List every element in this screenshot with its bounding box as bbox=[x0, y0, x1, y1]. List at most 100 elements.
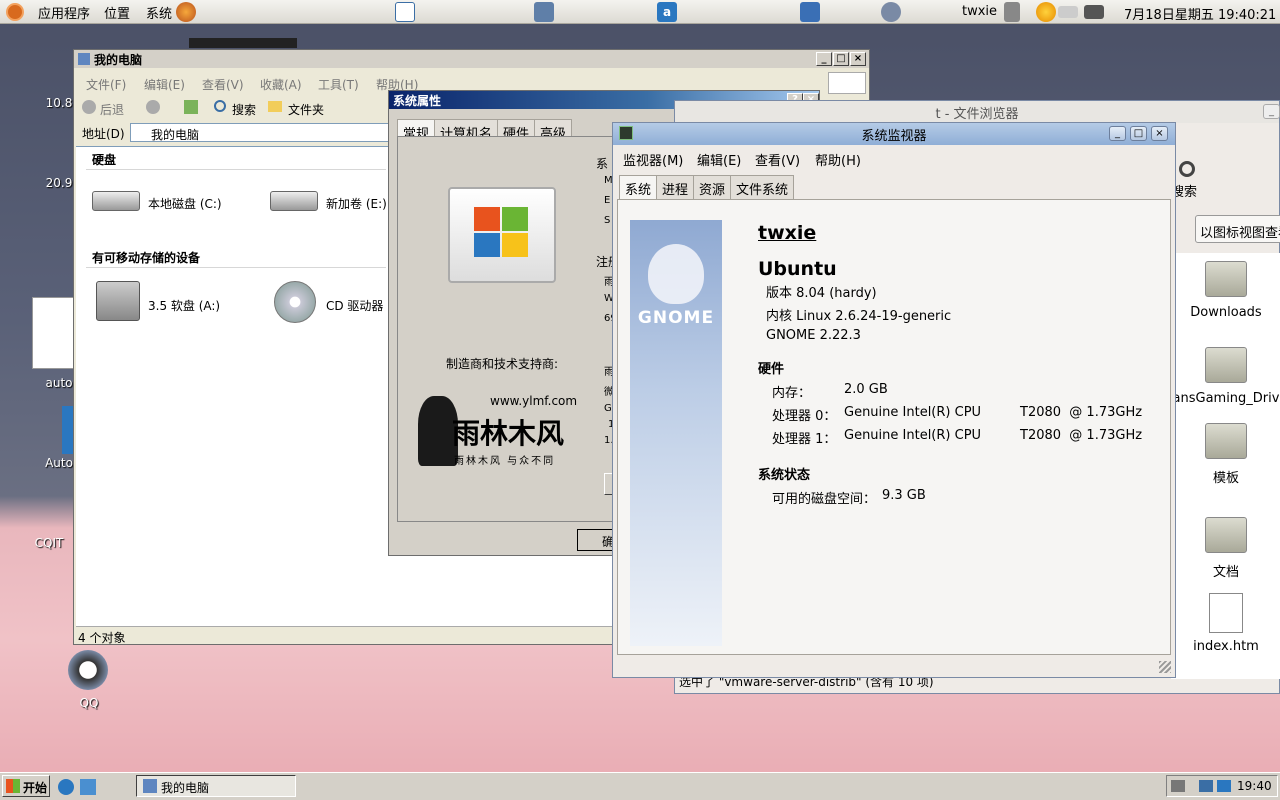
tray-network-icon[interactable] bbox=[1199, 780, 1213, 792]
forward-icon[interactable] bbox=[146, 100, 160, 114]
minimize-button[interactable]: _ bbox=[816, 52, 832, 66]
hostname: twxie bbox=[758, 222, 817, 244]
monitor-title: 系统监视器 bbox=[861, 128, 927, 144]
disk-value: 9.3 GB bbox=[882, 488, 926, 503]
monitor-titlebar[interactable]: 系统监视器 _ □ × bbox=[613, 123, 1175, 145]
file-index-htm[interactable]: index.htm bbox=[1171, 593, 1280, 654]
status-text: 4 个对象 bbox=[78, 631, 126, 645]
sysprops-title: 系统属性 bbox=[393, 93, 442, 108]
address-input[interactable]: 我的电脑 bbox=[130, 123, 390, 142]
maximize-button[interactable]: □ bbox=[833, 52, 849, 66]
back-button[interactable]: 后退 bbox=[100, 101, 124, 118]
tab-system[interactable]: 系统 bbox=[619, 175, 658, 201]
ubuntu-logo-icon[interactable] bbox=[6, 3, 24, 21]
menu-edit[interactable]: 编辑(E) bbox=[144, 76, 185, 93]
folder-templates[interactable]: 模板 bbox=[1171, 423, 1280, 486]
monitor-menubar: 监视器(M) 编辑(E) 查看(V) 帮助(H) bbox=[613, 147, 1175, 171]
taskbar: 开始 我的电脑 19:40 bbox=[0, 772, 1280, 800]
menu-help[interactable]: 帮助(H) bbox=[815, 150, 861, 169]
drive-floppy[interactable]: 3.5 软盘 (A:) bbox=[92, 277, 262, 325]
cpu1-name: Genuine Intel(R) CPU bbox=[844, 428, 982, 443]
partial-system-heading: 系 bbox=[596, 157, 609, 171]
desktop-thumbnail-icon[interactable] bbox=[32, 297, 74, 369]
monitor-window: 系统监视器 _ □ × 监视器(M) 编辑(E) 查看(V) 帮助(H) 系统进… bbox=[612, 122, 1176, 678]
back-icon[interactable] bbox=[82, 100, 96, 114]
menu-edit[interactable]: 编辑(E) bbox=[697, 150, 741, 169]
menu-view[interactable]: 查看(V) bbox=[755, 150, 800, 169]
minimize-button[interactable]: _ bbox=[1263, 104, 1280, 119]
desktop-icon-qq[interactable]: QQ bbox=[44, 696, 134, 710]
battery-icon[interactable] bbox=[1084, 5, 1104, 19]
explorer-titlebar[interactable]: 我的电脑 _ □ × bbox=[74, 50, 869, 68]
panel-username[interactable]: twxie bbox=[962, 4, 997, 19]
menu-view[interactable]: 查看(V) bbox=[202, 76, 244, 93]
qq-icon[interactable] bbox=[68, 650, 108, 690]
search-icon[interactable] bbox=[214, 100, 226, 112]
windows-flag-icon bbox=[828, 72, 866, 94]
folder-gaming-driver[interactable]: ansGaming_Driv bbox=[1171, 347, 1280, 406]
volume-icon[interactable] bbox=[1004, 2, 1020, 22]
firefox-launcher-icon[interactable] bbox=[176, 2, 196, 22]
view-select[interactable]: 以图标视图查看 bbox=[1195, 215, 1280, 243]
start-button[interactable]: 开始 bbox=[2, 775, 50, 797]
menu-file[interactable]: 文件(F) bbox=[86, 76, 126, 93]
floppy-icon bbox=[96, 281, 140, 321]
tray-usb-icon[interactable] bbox=[1171, 780, 1185, 792]
places-menu[interactable]: 位置 bbox=[100, 3, 134, 22]
memory-label: 内存： bbox=[772, 386, 812, 401]
drive-c[interactable]: 本地磁盘 (C:) bbox=[92, 187, 262, 217]
maximize-button[interactable]: □ bbox=[1130, 126, 1147, 141]
folder-link-icon bbox=[1205, 347, 1247, 383]
weather-icon[interactable] bbox=[1036, 2, 1056, 22]
tab-resources[interactable]: 资源 bbox=[693, 175, 732, 201]
drive-label: 本地磁盘 (C:) bbox=[148, 197, 222, 211]
top-panel: 应用程序 位置 系统 a twxie 7月18日星期五 19:40:21 bbox=[0, 0, 1280, 24]
computer-icon bbox=[143, 779, 157, 793]
task-my-computer[interactable]: 我的电脑 bbox=[136, 775, 296, 797]
applications-menu[interactable]: 应用程序 bbox=[34, 3, 94, 22]
up-folder-icon[interactable] bbox=[184, 100, 198, 114]
item-label: ansGaming_Driv bbox=[1172, 391, 1280, 406]
monitor-tabs: 系统 进程 资源 文件系统 bbox=[619, 175, 795, 201]
menu-favorites[interactable]: 收藏(A) bbox=[260, 76, 302, 93]
drive-label: 3.5 软盘 (A:) bbox=[148, 299, 221, 313]
search-button[interactable]: 搜索 bbox=[232, 101, 256, 118]
folders-icon[interactable] bbox=[268, 101, 282, 112]
item-label: 文档 bbox=[1212, 565, 1239, 580]
minimize-button[interactable]: _ bbox=[1109, 126, 1126, 141]
folder-icon bbox=[1205, 261, 1247, 297]
view-select-value: 以图标视图查看 bbox=[1200, 226, 1280, 241]
resize-grip-icon[interactable] bbox=[1159, 661, 1171, 673]
desktop-thumbnail-top[interactable] bbox=[189, 38, 297, 48]
ie-icon[interactable] bbox=[58, 779, 74, 795]
menu-tools[interactable]: 工具(T) bbox=[318, 76, 359, 93]
tab-filesystems[interactable]: 文件系统 bbox=[730, 175, 795, 201]
folders-button[interactable]: 文件夹 bbox=[288, 101, 324, 118]
keyboard-icon[interactable] bbox=[1058, 6, 1078, 18]
desktop-shortcut-icon[interactable] bbox=[80, 779, 96, 795]
filebrowser-titlebar[interactable]: t - 文件浏览器 _ bbox=[675, 101, 1280, 123]
tray-clock[interactable]: 19:40 bbox=[1237, 779, 1272, 793]
explorer-title: 我的电脑 bbox=[94, 52, 143, 67]
folder-downloads[interactable]: Downloads bbox=[1171, 261, 1280, 320]
tab-processes[interactable]: 进程 bbox=[656, 175, 695, 201]
tray-graph-icon[interactable] bbox=[1217, 780, 1231, 792]
item-label: index.htm bbox=[1193, 639, 1259, 654]
system-menu[interactable]: 系统 bbox=[142, 3, 176, 22]
search-icon[interactable] bbox=[1179, 161, 1195, 177]
save-launcher-icon[interactable] bbox=[534, 2, 554, 22]
start-label: 开始 bbox=[23, 781, 48, 795]
text-editor-icon[interactable]: a bbox=[657, 2, 677, 22]
network-icon[interactable] bbox=[881, 2, 901, 22]
address-label: 地址(D) bbox=[82, 127, 125, 141]
window-icon[interactable] bbox=[800, 2, 820, 22]
panel-clock[interactable]: 7月18日星期五 19:40:21 bbox=[1124, 4, 1276, 23]
menu-monitor[interactable]: 监视器(M) bbox=[623, 150, 683, 169]
kernel-version: 内核 Linux 2.6.24-19-generic bbox=[766, 309, 952, 324]
close-button[interactable]: × bbox=[1151, 126, 1168, 141]
app-launcher-icon[interactable] bbox=[395, 2, 415, 22]
monitor-app-icon bbox=[619, 126, 633, 140]
folder-documents[interactable]: 文档 bbox=[1171, 517, 1280, 580]
cpu0-model: T2080 @ 1.73GHz bbox=[1020, 405, 1143, 420]
close-button[interactable]: × bbox=[850, 52, 866, 66]
